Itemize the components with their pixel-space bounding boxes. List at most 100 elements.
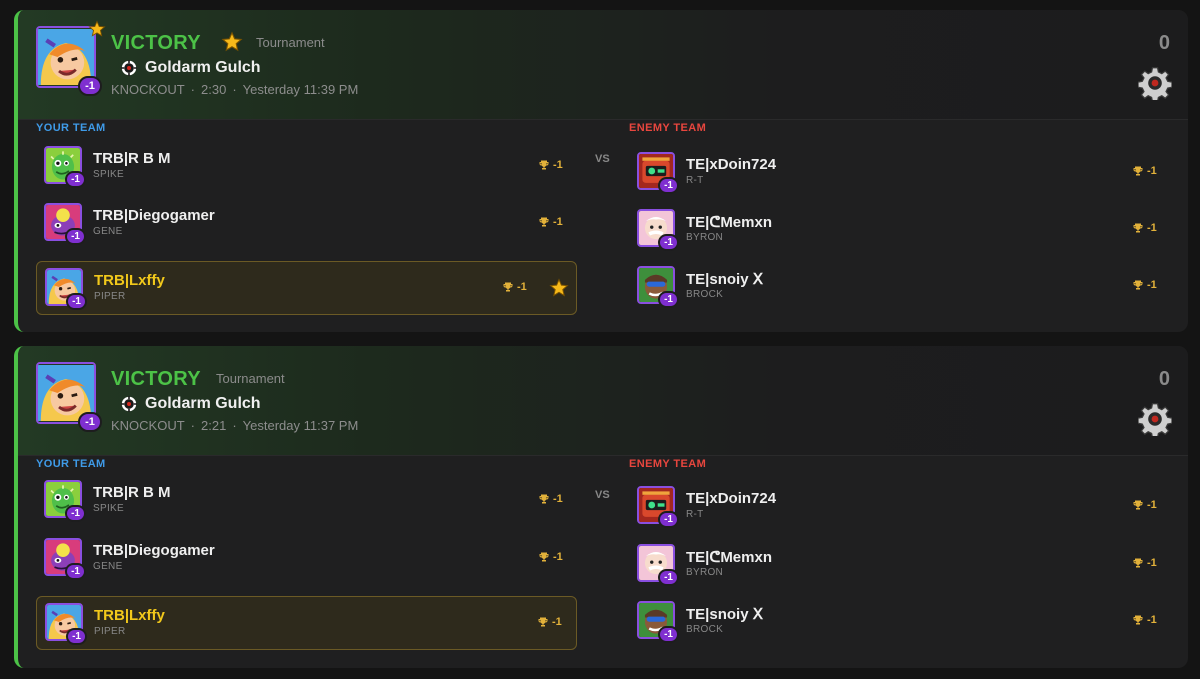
team-player-row[interactable]: -1 TRB|Diegogamer GENE -1 [36, 197, 576, 249]
star-icon [221, 31, 243, 53]
trophy-change-badge: -1 [66, 628, 87, 645]
trophy-icon [537, 616, 549, 628]
brawler-name: R-T [686, 509, 704, 520]
player-brawler-portrait: -1 [36, 26, 96, 96]
brawler-name: SPIKE [93, 169, 124, 180]
player-name: TRB|Diegogamer [93, 542, 215, 559]
player-brawler-portrait: -1 [36, 362, 102, 432]
trophy-score: 0 [1158, 368, 1170, 390]
match-card[interactable]: -1 VICTORY Tournament Goldarm Gulch KNOC… [14, 346, 1188, 668]
avatar: -1 [44, 203, 86, 245]
brawler-name: BROCK [686, 624, 724, 635]
team-player-row[interactable]: -1 TRB|R B M SPIKE -1 [36, 474, 576, 526]
avatar: -1 [637, 544, 679, 586]
current-player-row[interactable]: -1 TRB|Lxffy PIPER -1 [36, 596, 577, 650]
player-name: TRB|Lxffy [94, 272, 165, 289]
star-player-icon [88, 20, 106, 38]
gear-icon[interactable] [1138, 66, 1172, 100]
trophy-icon [538, 551, 550, 563]
brawler-name: SPIKE [93, 503, 124, 514]
player-name: TE|ᕦMemxn [686, 214, 772, 231]
player-name: TE|xDoin724 [686, 490, 777, 507]
trophy-icon [1132, 279, 1144, 291]
avatar: -1 [637, 266, 679, 308]
vs-label: VS [595, 489, 610, 501]
avatar: -1 [45, 603, 87, 645]
current-player-row[interactable]: -1 TRB|Lxffy PIPER -1 [36, 261, 577, 315]
avatar: -1 [45, 268, 87, 310]
game-mode: KNOCKOUT [111, 418, 185, 433]
match-meta: KNOCKOUT · 2:30 · Yesterday 11:39 PM [111, 82, 359, 97]
player-name: TRB|Diegogamer [93, 207, 215, 224]
trophy-icon [1132, 222, 1144, 234]
gear-icon[interactable] [1138, 402, 1172, 436]
trophy-change: -1 [538, 551, 563, 563]
event-type: Tournament [256, 35, 325, 50]
match-card[interactable]: -1 VICTORY Tournament Goldarm Gulch KNOC… [14, 10, 1188, 332]
enemy-player-row[interactable]: -1 TE|xDoin724 R-T -1 [629, 146, 1174, 198]
match-meta: KNOCKOUT · 2:21 · Yesterday 11:37 PM [111, 418, 359, 433]
match-time: Yesterday 11:37 PM [242, 418, 359, 433]
trophy-icon [1132, 165, 1144, 177]
trophy-change: -1 [502, 281, 527, 293]
avatar: -1 [44, 538, 86, 580]
trophy-change: -1 [538, 216, 563, 228]
match-result: VICTORY [111, 368, 201, 390]
match-duration: 2:30 [201, 82, 227, 97]
your-team-label: YOUR TEAM [36, 122, 106, 134]
trophy-change-badge: -1 [78, 76, 102, 96]
enemy-player-row[interactable]: -1 TE|snoiy ꓫ BROCK -1 [629, 595, 1174, 647]
player-name: TE|snoiy ꓫ [686, 606, 763, 623]
team-player-row[interactable]: -1 TRB|R B M SPIKE -1 [36, 140, 576, 192]
avatar: -1 [637, 152, 679, 194]
player-name: TRB|R B M [93, 484, 171, 501]
trophy-change-badge: -1 [658, 177, 679, 194]
trophy-change: -1 [538, 493, 563, 505]
your-team-label: YOUR TEAM [36, 458, 106, 470]
enemy-player-row[interactable]: -1 TE|xDoin724 R-T -1 [629, 480, 1174, 532]
match-result: VICTORY [111, 32, 201, 54]
player-name: TRB|Lxffy [94, 607, 165, 624]
player-name: TRB|R B M [93, 150, 171, 167]
trophy-icon [502, 281, 514, 293]
trophy-change: -1 [1132, 499, 1157, 511]
trophy-icon [1132, 557, 1144, 569]
player-name: TE|xDoin724 [686, 156, 777, 173]
trophy-icon [1132, 499, 1144, 511]
map-name: Goldarm Gulch [145, 395, 261, 412]
trophy-change-badge: -1 [658, 626, 679, 643]
trophy-change: -1 [1132, 222, 1157, 234]
vs-label: VS [595, 153, 610, 165]
bounty-target-icon [121, 60, 137, 76]
brawler-name: PIPER [94, 291, 126, 302]
enemy-player-row[interactable]: -1 TE|ᕦMemxn BYRON -1 [629, 538, 1174, 590]
player-name: TE|ᕦMemxn [686, 549, 772, 566]
trophy-change-badge: -1 [66, 293, 87, 310]
event-type: Tournament [216, 371, 285, 386]
match-duration: 2:21 [201, 418, 227, 433]
trophy-change: -1 [1132, 614, 1157, 626]
trophy-change-badge: -1 [78, 412, 102, 432]
game-mode: KNOCKOUT [111, 82, 185, 97]
brawler-name: BYRON [686, 232, 724, 243]
enemy-player-row[interactable]: -1 TE|snoiy ꓫ BROCK -1 [629, 260, 1174, 312]
trophy-change: -1 [537, 616, 562, 628]
trophy-change-badge: -1 [658, 569, 679, 586]
avatar: -1 [637, 601, 679, 643]
trophy-change: -1 [1132, 279, 1157, 291]
trophy-change-badge: -1 [65, 563, 86, 580]
team-player-row[interactable]: -1 TRB|Diegogamer GENE -1 [36, 532, 576, 584]
map-row: Goldarm Gulch [121, 395, 261, 413]
match-header: -1 VICTORY Tournament Goldarm Gulch KNOC… [18, 10, 1188, 120]
enemy-team-label: ENEMY TEAM [629, 122, 707, 134]
trophy-change: -1 [1132, 557, 1157, 569]
avatar: -1 [44, 146, 86, 188]
brawler-name: PIPER [94, 626, 126, 637]
trophy-change: -1 [1132, 165, 1157, 177]
brawler-name: BROCK [686, 289, 724, 300]
bounty-target-icon [121, 396, 137, 412]
avatar: -1 [44, 480, 86, 522]
enemy-player-row[interactable]: -1 TE|ᕦMemxn BYRON -1 [629, 203, 1174, 255]
match-time: Yesterday 11:39 PM [242, 82, 359, 97]
player-name: TE|snoiy ꓫ [686, 271, 763, 288]
